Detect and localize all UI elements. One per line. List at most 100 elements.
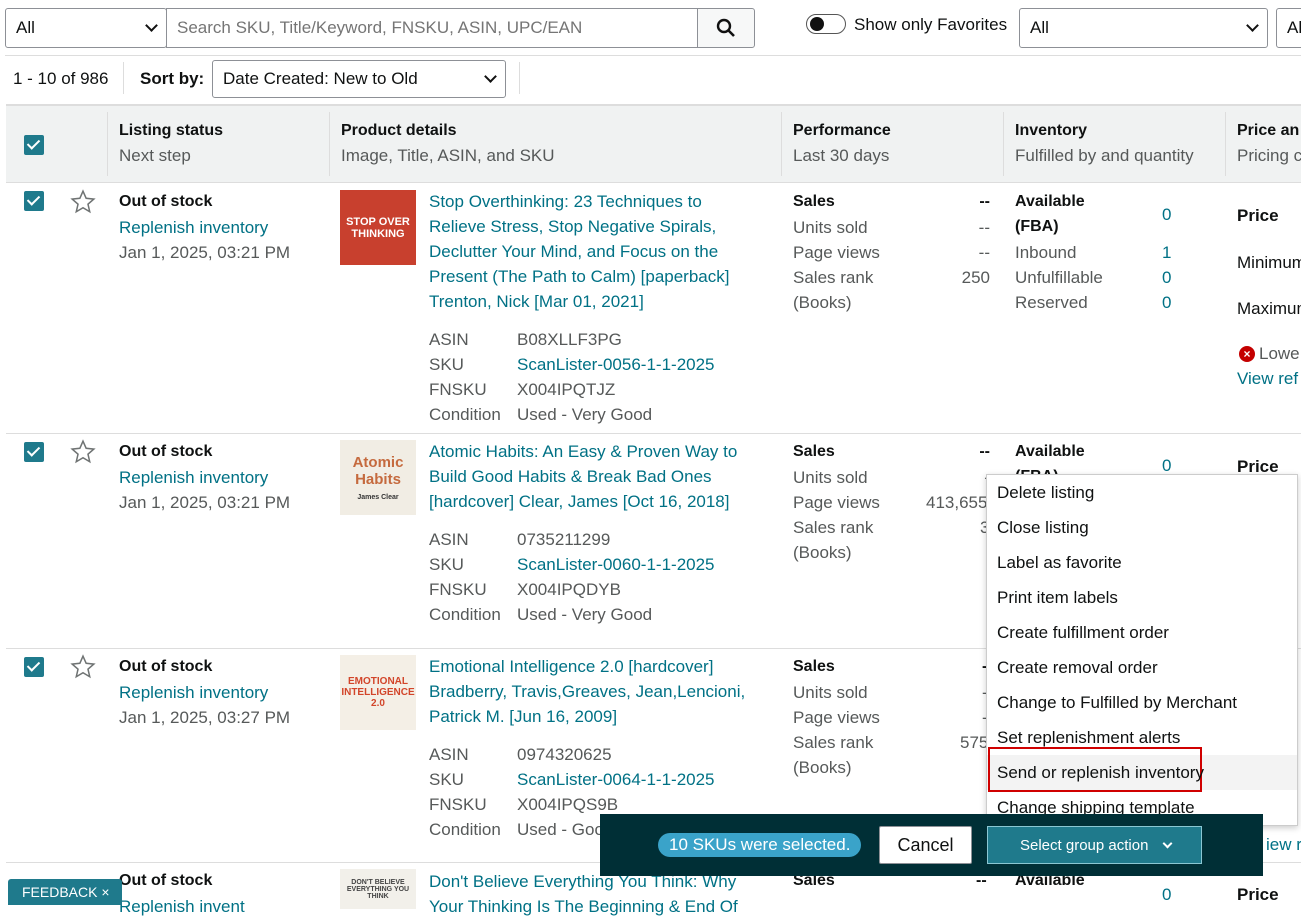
menu-item-label-favorite[interactable]: Label as favorite — [997, 552, 1122, 574]
product-image[interactable]: DON'T BELIEVE EVERYTHING YOU THINK — [340, 869, 416, 909]
product-image[interactable]: Atomic Habits James Clear — [340, 440, 416, 515]
asin-label: ASIN — [429, 530, 469, 549]
units-sold-label: Units sold — [793, 218, 868, 237]
menu-item-send-replenish[interactable]: Send or replenish inventory — [997, 762, 1204, 784]
next-step-link[interactable]: Replenish inventory — [119, 465, 268, 490]
asin-value: 0735211299 — [517, 530, 611, 549]
scope-value: All — [16, 18, 35, 37]
rank-category: (Books) — [793, 293, 852, 312]
sales-rank-label: Sales rank — [793, 733, 874, 752]
menu-item-delete-listing[interactable]: Delete listing — [997, 482, 1094, 504]
menu-item-create-fulfillment[interactable]: Create fulfillment order — [997, 622, 1169, 644]
header-inventory: Inventory — [1015, 122, 1088, 139]
feedback-label: FEEDBACK — [22, 884, 98, 900]
filter-value-2: Al — [1287, 18, 1301, 37]
condition-value: Used - Goo — [517, 820, 604, 839]
favorites-toggle[interactable] — [806, 14, 846, 34]
product-title-link[interactable]: Atomic Habits: An Easy & Proven Way to B… — [429, 439, 759, 514]
fnsku-label: FNSKU — [429, 580, 487, 599]
sales-label: Sales — [793, 658, 835, 675]
next-step-link[interactable]: Replenish inventory — [119, 680, 268, 705]
page-views-label: Page views — [793, 243, 880, 262]
created-date: Jan 1, 2025, 03:21 PM — [119, 243, 291, 262]
page-views-value: 413,655 — [926, 493, 988, 512]
cancel-button[interactable]: Cancel — [879, 826, 972, 864]
header-performance-sub: Last 30 days — [793, 146, 890, 165]
feedback-tab[interactable]: FEEDBACK × — [8, 879, 122, 905]
available-qty[interactable]: 0 — [1162, 882, 1171, 907]
sales-label: Sales — [793, 443, 835, 460]
menu-item-create-removal[interactable]: Create removal order — [997, 657, 1158, 679]
product-image[interactable]: EMOTIONAL INTELLIGENCE 2.0 — [340, 655, 416, 730]
created-date: Jan 1, 2025, 03:27 PM — [119, 708, 291, 727]
chevron-down-icon — [1162, 838, 1173, 848]
select-all-checkbox[interactable] — [24, 135, 44, 155]
row-checkbox[interactable] — [24, 191, 44, 211]
selected-count-badge: 10 SKUs were selected. — [658, 833, 862, 857]
product-title-link[interactable]: Don't Believe Everything You Think: Why … — [429, 869, 769, 919]
condition-label: Condition — [429, 405, 501, 424]
inbound-qty[interactable]: 1 — [1162, 240, 1171, 265]
sales-rank-label: Sales rank — [793, 268, 874, 287]
scope-select[interactable]: All — [5, 8, 167, 48]
select-group-action-button[interactable]: Select group action — [987, 826, 1202, 864]
unfulfillable-label: Unfulfillable — [1015, 268, 1103, 287]
asin-value: B08XLLF3PG — [517, 330, 622, 349]
available-qty[interactable]: 0 — [1162, 202, 1171, 227]
units-sold-label: Units sold — [793, 683, 868, 702]
row-checkbox[interactable] — [24, 657, 44, 677]
rank-category: (Books) — [793, 543, 852, 562]
sku-link[interactable]: ScanLister-0064-1-1-2025 — [517, 767, 715, 792]
close-icon[interactable]: × — [101, 884, 109, 900]
sort-select[interactable]: Date Created: New to Old — [212, 60, 506, 98]
selection-bar: 10 SKUs were selected. Cancel Select gro… — [600, 814, 1263, 876]
filter-select-2[interactable]: Al — [1276, 8, 1301, 48]
asin-value: 0974320625 — [517, 745, 612, 764]
status-text: Out of stock — [119, 443, 213, 460]
view-ref-link[interactable]: iew ref — [1266, 832, 1301, 857]
condition-label: Condition — [429, 605, 501, 624]
rank-category: (Books) — [793, 758, 852, 777]
next-step-link[interactable]: Replenish inventory — [119, 215, 268, 240]
minimum-label: Minimum — [1237, 253, 1301, 272]
header-status-sub: Next step — [119, 146, 191, 165]
sku-link[interactable]: ScanLister-0056-1-1-2025 — [517, 352, 715, 377]
fnsku-value: X004IPQDYB — [517, 580, 621, 599]
available-label: Available — [1015, 443, 1085, 460]
chevron-down-icon — [484, 70, 497, 83]
sku-link[interactable]: ScanLister-0060-1-1-2025 — [517, 552, 715, 577]
row-checkbox[interactable] — [24, 442, 44, 462]
next-step-link[interactable]: Replenish invent — [119, 894, 245, 919]
menu-item-print-labels[interactable]: Print item labels — [997, 587, 1118, 609]
search-button[interactable] — [697, 8, 755, 48]
search-input[interactable] — [166, 8, 698, 48]
sort-label: Sort by: — [140, 69, 205, 88]
filter-select[interactable]: All — [1019, 8, 1268, 48]
view-ref-link[interactable]: View ref — [1237, 366, 1298, 391]
fnsku-value: X004IPQTJZ — [517, 380, 616, 399]
star-icon[interactable] — [70, 189, 96, 215]
product-title-link[interactable]: Stop Overthinking: 23 Techniques to Reli… — [429, 189, 759, 314]
header-inventory-sub: Fulfilled by and quantity — [1015, 146, 1194, 165]
menu-item-replenishment-alerts[interactable]: Set replenishment alerts — [997, 727, 1180, 749]
header-price: Price an — [1237, 122, 1300, 139]
reserved-qty[interactable]: 0 — [1162, 290, 1171, 315]
group-action-label: Select group action — [1020, 836, 1149, 854]
product-image[interactable]: STOP OVER THINKING — [340, 190, 416, 265]
sales-label: Sales — [793, 193, 835, 210]
sales-rank-value: 250 — [961, 268, 990, 287]
header-price-sub: Pricing c — [1237, 146, 1301, 165]
star-icon[interactable] — [70, 439, 96, 465]
star-icon[interactable] — [70, 654, 96, 680]
unfulfillable-qty[interactable]: 0 — [1162, 265, 1171, 290]
sku-label: SKU — [429, 355, 464, 374]
product-title-link[interactable]: Emotional Intelligence 2.0 [hardcover] B… — [429, 654, 769, 729]
sales-rank-value: 575 — [960, 733, 989, 752]
header-product: Product details — [341, 122, 457, 139]
asin-label: ASIN — [429, 330, 469, 349]
condition-value: Used - Very Good — [517, 405, 653, 424]
sales-rank-label: Sales rank — [793, 518, 874, 537]
menu-item-change-to-fbm[interactable]: Change to Fulfilled by Merchant — [997, 692, 1237, 714]
price-label: Price — [1237, 206, 1279, 225]
menu-item-close-listing[interactable]: Close listing — [997, 517, 1089, 539]
